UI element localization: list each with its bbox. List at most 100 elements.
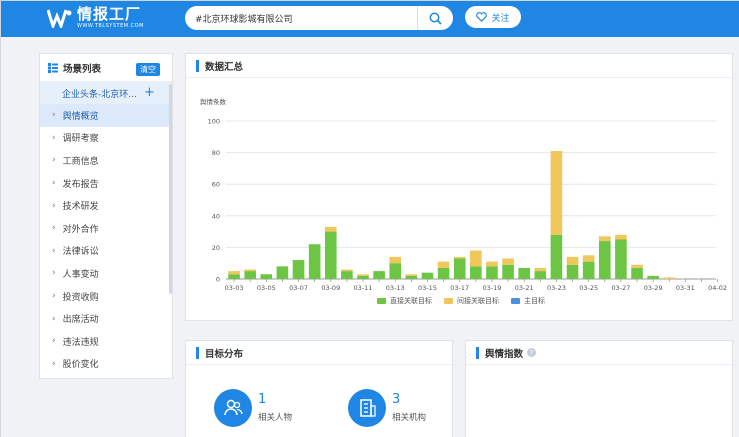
sidebar-item-label: 舆情概览 [62, 111, 99, 122]
bar-segment [534, 267, 547, 272]
legend-label: 间接关联目标 [457, 297, 499, 305]
x-tick-label: 03-29 [644, 284, 663, 292]
legend-item[interactable]: 直接关联目标 [377, 296, 432, 306]
bar-segment [566, 264, 579, 279]
bar-segment [534, 271, 547, 279]
bar-segment [228, 274, 240, 279]
stat-related-people[interactable]: 1 相关人物 [214, 389, 292, 427]
follow-button[interactable]: 关注 [465, 6, 521, 28]
clear-button[interactable]: 清空 [136, 63, 160, 76]
sidebar-item[interactable]: › 投资收购 [40, 285, 172, 308]
search-icon [429, 12, 442, 25]
x-tick-label: 03-19 [483, 284, 502, 292]
x-tick-label: 04-02 [708, 284, 727, 292]
search-button[interactable] [417, 6, 453, 30]
stat-label: 相关机构 [392, 413, 427, 423]
help-icon[interactable]: ? [527, 348, 537, 357]
sentiment-panel-title: 舆情指数 [485, 348, 524, 360]
x-tick-label: 03-09 [321, 284, 340, 292]
logo-icon [47, 9, 72, 28]
sidebar-item-label: 出席活动 [62, 315, 99, 326]
sidebar-item-label: 工商信息 [62, 156, 99, 167]
sentiment-panel-header: 舆情指数 ? [466, 341, 732, 365]
search-input[interactable] [185, 6, 417, 30]
target-panel: 目标分布 1 相关人物 3 相关机构 [185, 340, 453, 437]
sidebar-item[interactable]: › 工商信息 [40, 149, 172, 172]
sidebar-item[interactable]: › 法律诉讼 [40, 240, 172, 263]
sidebar-item[interactable]: › 舆情概览 [40, 104, 172, 127]
sidebar-item[interactable]: › 对外合作 [40, 217, 172, 240]
x-tick-label: 03-23 [547, 284, 566, 292]
sidebar-item[interactable]: › 违法违规 [40, 330, 172, 353]
stat-related-orgs[interactable]: 3 相关机构 [348, 389, 426, 427]
bar-segment [486, 266, 498, 279]
x-tick-label: 03-03 [225, 284, 244, 292]
sidebar-item[interactable]: › 出席活动 [40, 307, 172, 330]
bar-segment [260, 274, 273, 279]
bar-segment [502, 258, 514, 265]
sidebar-item[interactable]: › 调研考察 [40, 127, 172, 150]
legend-label: 主目标 [524, 297, 545, 305]
logo-subtext: WWW.TBLSYSTEM.COM [77, 23, 144, 29]
legend-item[interactable]: 主目标 [511, 296, 545, 306]
bar-segment [308, 244, 321, 279]
bar-segment [244, 271, 256, 279]
bar-segment [389, 256, 402, 264]
heart-icon [476, 12, 488, 22]
y-axis-label: 舆情条数 [200, 97, 227, 106]
x-tick-label: 03-05 [257, 284, 276, 292]
y-tick-label: 40 [212, 212, 220, 220]
bar-segment [244, 269, 256, 272]
panel-accent-bar [476, 346, 479, 359]
bar-segment [470, 250, 482, 267]
y-tick-label: 80 [212, 149, 220, 157]
sidebar-item-label: 人事变动 [62, 269, 99, 280]
scene-label: 企业头条-北京环... [62, 89, 137, 100]
sidebar-header: 场景列表 清空 [40, 54, 172, 82]
y-tick-label: 20 [212, 244, 220, 252]
summary-panel-title: 数据汇总 [205, 61, 244, 73]
legend-swatch [444, 298, 453, 304]
sidebar-title: 场景列表 [63, 63, 102, 75]
sidebar-item[interactable]: › 股价变化 [40, 353, 172, 376]
x-tick-label: 03-31 [676, 284, 695, 292]
chevron-right-icon: › [52, 268, 56, 279]
bar-segment [615, 234, 627, 240]
bar-segment [453, 258, 466, 279]
bar-segment [389, 263, 402, 279]
y-tick-label: 60 [212, 181, 220, 189]
sidebar-item[interactable]: › 发布报告 [40, 172, 172, 195]
bar-segment [647, 275, 659, 279]
chevron-right-icon: › [52, 313, 56, 324]
logo[interactable]: 情报工厂 WWW.TBLSYSTEM.COM [47, 7, 144, 29]
bar-segment [228, 271, 240, 275]
top-header: 情报工厂 WWW.TBLSYSTEM.COM 关注 [1, 1, 739, 37]
summary-panel: 数据汇总 舆情条数 0 20 40 60 80 100 03-03 03-05 03-07 03-… [185, 53, 733, 321]
bar-segment [437, 267, 450, 279]
x-tick-label: 03-27 [611, 284, 630, 292]
legend-item[interactable]: 间接关联目标 [444, 296, 499, 306]
bar-segment [631, 267, 643, 279]
bar-segment [582, 255, 595, 262]
logo-text: 情报工厂 [77, 5, 142, 23]
x-tick-label: 03-25 [579, 284, 598, 292]
x-tick-label: 03-17 [450, 284, 469, 292]
sidebar-item[interactable]: › 技术研发 [40, 194, 172, 217]
search-box [185, 6, 453, 30]
add-scene-icon[interactable]: + [144, 85, 155, 100]
follow-label: 关注 [491, 13, 510, 24]
chevron-right-icon: › [52, 110, 56, 121]
bar-segment [582, 261, 595, 279]
legend-swatch [511, 298, 520, 304]
sidebar-scrollbar[interactable] [169, 84, 172, 294]
stat-value: 1 [258, 392, 267, 407]
bar-segment [357, 274, 369, 276]
y-tick-label: 100 [208, 118, 220, 126]
sidebar-item[interactable]: › 人事变动 [40, 262, 172, 285]
scene-item[interactable]: 企业头条-北京环... + [40, 82, 172, 104]
legend-label: 直接关联目标 [390, 297, 432, 305]
stat-label: 相关人物 [258, 413, 293, 423]
chevron-right-icon: › [52, 291, 56, 302]
chevron-right-icon: › [52, 336, 56, 347]
bar-segment [421, 272, 434, 279]
